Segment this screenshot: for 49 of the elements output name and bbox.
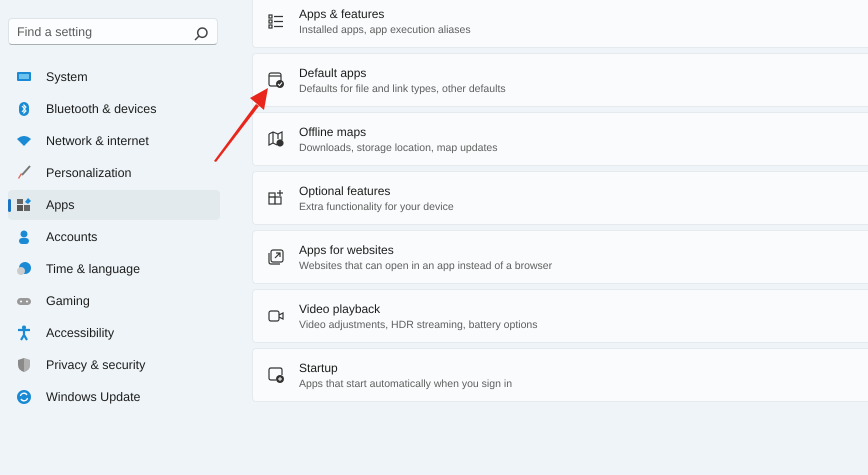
setting-title: Startup [299, 360, 339, 374]
nav-item[interactable]: Bluetooth & devices [8, 94, 220, 124]
setting-title: Default apps [299, 66, 368, 80]
add-grid-icon [268, 190, 284, 206]
setting-title: Apps & features [299, 6, 386, 20]
settings-card[interactable]: Optional features Extra functionality for your device [252, 171, 868, 225]
settings-card[interactable]: Apps & features Installed apps, app execution aliases [252, 0, 868, 48]
update-icon [16, 389, 32, 405]
setting-description: Installed apps, app execution aliases [299, 24, 471, 36]
brush-icon [16, 165, 32, 181]
nav-item[interactable]: Accessibility [8, 318, 220, 348]
setting-title: Video playback [299, 302, 382, 316]
window-check-icon [268, 72, 284, 88]
settings-card[interactable]: Default apps Defaults for file and link types, other defaults [252, 53, 868, 107]
settings-card[interactable]: Apps for websites Websites that can open in an app instead of a browser [252, 230, 868, 284]
person-icon [16, 229, 32, 245]
nav-item[interactable]: Personalization [8, 158, 220, 188]
setting-title: Optional features [299, 184, 392, 198]
bluetooth-icon [16, 101, 32, 117]
video-camera-icon [268, 308, 284, 324]
wifi-icon [16, 133, 32, 149]
accessibility-icon [16, 325, 32, 341]
setting-description: Defaults for file and link types, other defaults [299, 82, 506, 94]
nav-item[interactable]: Apps [8, 190, 220, 220]
nav-item[interactable]: Accounts [8, 222, 220, 252]
nav-item[interactable]: Privacy & security [8, 350, 220, 380]
list-icon [268, 13, 284, 29]
setting-description: Downloads, storage location, map updates [299, 142, 498, 154]
settings-card[interactable]: Video playback Video adjustments, HDR streaming, battery options [252, 289, 868, 343]
setting-title: Apps for websites [299, 242, 395, 256]
setting-description: Video adjustments, HDR streaming, battery options [299, 318, 538, 330]
setting-description: Websites that can open in an app instead of a browser [299, 260, 552, 272]
setting-title: Offline maps [299, 124, 368, 138]
search-icon [193, 26, 209, 42]
settings-card[interactable]: Startup Apps that start automatically when you sign in [252, 348, 868, 402]
open-external-icon [268, 249, 284, 265]
nav-item[interactable]: Windows Update [8, 382, 220, 412]
nav-item[interactable]: Gaming [8, 286, 220, 316]
window-plus-icon [268, 367, 284, 383]
map-icon [268, 131, 284, 147]
settings-card[interactable]: Offline maps Downloads, storage location, map updates [252, 112, 868, 166]
apps-icon [16, 197, 32, 213]
nav-item[interactable]: Time & language [8, 254, 220, 284]
shield-icon [16, 357, 32, 373]
setting-description: Extra functionality for your device [299, 200, 454, 212]
setting-description: Apps that start automatically when you sign in [299, 378, 512, 390]
nav-item[interactable]: System [8, 62, 220, 92]
nav-item[interactable]: Network & internet [8, 126, 220, 156]
search-field[interactable]: Find a setting [8, 18, 218, 45]
